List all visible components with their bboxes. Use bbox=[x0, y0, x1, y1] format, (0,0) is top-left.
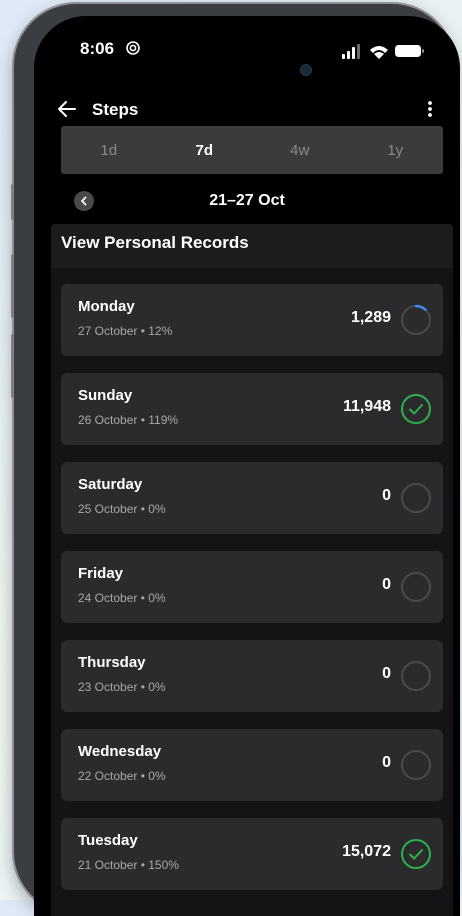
progress-ring bbox=[401, 483, 431, 513]
volume-down-button bbox=[11, 334, 14, 398]
camera-dot bbox=[300, 64, 312, 76]
step-count: 0 bbox=[382, 665, 391, 682]
page-title: Steps bbox=[92, 100, 139, 119]
system-icons bbox=[342, 44, 424, 59]
back-arrow-icon[interactable] bbox=[56, 98, 78, 120]
progress-ring bbox=[400, 304, 432, 336]
action-button bbox=[11, 184, 14, 220]
goal-complete-check-icon bbox=[401, 839, 431, 869]
day-card-wednesday[interactable]: Wednesday 22 October • 0% 0 bbox=[61, 729, 443, 801]
battery-icon bbox=[395, 45, 424, 57]
day-name: Saturday bbox=[78, 476, 143, 493]
day-card-sunday[interactable]: Sunday 26 October • 119% 11,948 bbox=[61, 373, 443, 445]
day-subtitle: 22 October • 0% bbox=[78, 769, 166, 783]
day-name: Wednesday bbox=[78, 743, 162, 760]
tab-7d[interactable]: 7d bbox=[157, 126, 253, 174]
range-tabs: 1d 7d 4w 1y bbox=[61, 126, 443, 174]
screen: 8:06 Steps 1d 7d 4w 1y 21–27 Oct View Pe… bbox=[34, 16, 460, 916]
goal-complete-check-icon bbox=[401, 394, 431, 424]
day-card-thursday[interactable]: Thursday 23 October • 0% 0 bbox=[61, 640, 443, 712]
previous-week-button[interactable] bbox=[74, 191, 94, 211]
view-personal-records-link[interactable]: View Personal Records bbox=[51, 224, 453, 268]
progress-ring bbox=[401, 750, 431, 780]
day-name: Tuesday bbox=[78, 832, 138, 849]
day-name: Monday bbox=[78, 298, 135, 315]
step-count: 0 bbox=[382, 487, 391, 504]
chevron-left-icon bbox=[81, 196, 87, 206]
day-subtitle: 26 October • 119% bbox=[78, 413, 179, 427]
day-subtitle: 27 October • 12% bbox=[78, 324, 173, 338]
check-icon bbox=[409, 849, 423, 860]
day-card-monday[interactable]: Monday 27 October • 12% 1,289 bbox=[61, 284, 443, 356]
progress-ring bbox=[401, 572, 431, 602]
focus-mode-icon bbox=[126, 41, 140, 55]
day-name: Sunday bbox=[78, 387, 133, 404]
signal-icon bbox=[342, 44, 360, 59]
tab-1d[interactable]: 1d bbox=[61, 126, 157, 174]
volume-up-button bbox=[11, 254, 14, 318]
day-name: Thursday bbox=[78, 654, 146, 671]
step-count: 0 bbox=[382, 576, 391, 593]
day-subtitle: 23 October • 0% bbox=[78, 680, 166, 694]
step-count: 11,948 bbox=[342, 398, 391, 415]
tab-1y[interactable]: 1y bbox=[348, 126, 444, 174]
status-time: 8:06 bbox=[80, 39, 115, 58]
day-name: Friday bbox=[78, 565, 124, 582]
step-count: 1,289 bbox=[350, 309, 391, 326]
tab-4w[interactable]: 4w bbox=[252, 126, 348, 174]
check-icon bbox=[409, 404, 423, 415]
date-range-label: 21–27 Oct bbox=[209, 192, 285, 209]
progress-ring bbox=[401, 661, 431, 691]
step-count: 15,072 bbox=[342, 843, 391, 860]
day-subtitle: 21 October • 150% bbox=[78, 858, 179, 872]
date-navigator: 21–27 Oct bbox=[34, 186, 460, 216]
day-card-friday[interactable]: Friday 24 October • 0% 0 bbox=[61, 551, 443, 623]
phone-frame: 8:06 Steps 1d 7d 4w 1y 21–27 Oct View Pe… bbox=[11, 4, 460, 916]
day-card-tuesday[interactable]: Tuesday 21 October • 150% 15,072 bbox=[61, 818, 443, 890]
step-count: 0 bbox=[382, 754, 391, 771]
more-vert-icon[interactable] bbox=[422, 97, 438, 121]
day-subtitle: 25 October • 0% bbox=[78, 502, 166, 516]
records-link-label: View Personal Records bbox=[61, 233, 249, 252]
day-card-saturday[interactable]: Saturday 25 October • 0% 0 bbox=[61, 462, 443, 534]
day-subtitle: 24 October • 0% bbox=[78, 591, 166, 605]
wifi-icon bbox=[370, 46, 388, 59]
status-bar: 8:06 bbox=[34, 16, 460, 86]
